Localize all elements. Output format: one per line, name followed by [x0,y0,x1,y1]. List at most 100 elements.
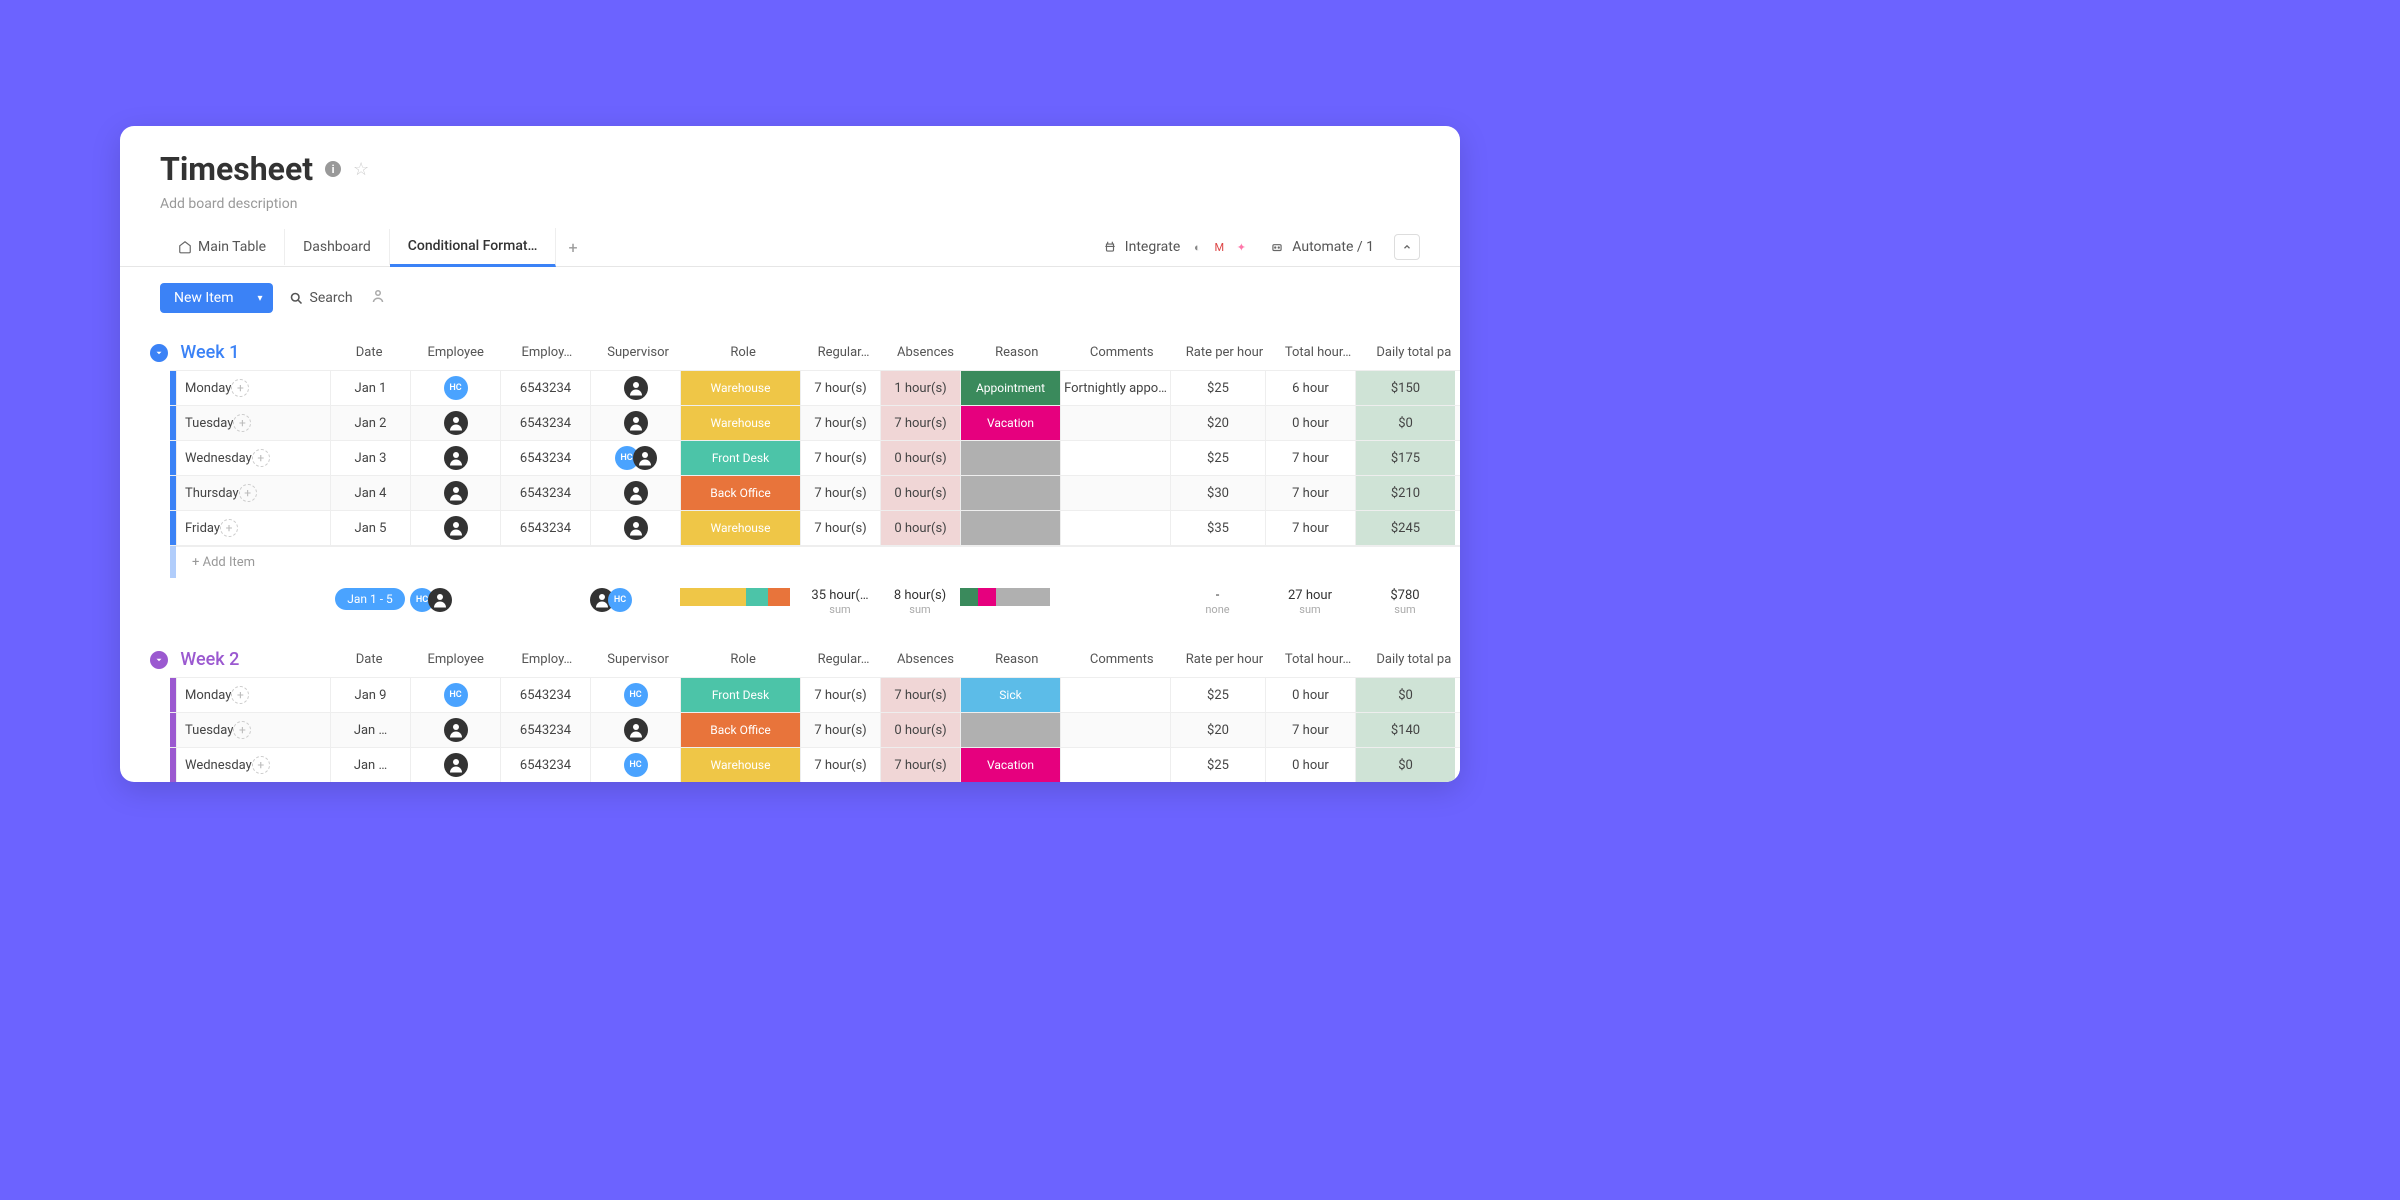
supervisor-cell[interactable] [590,371,680,405]
total-hours-cell[interactable]: 7 hour [1265,441,1355,475]
date-cell[interactable]: Jan 5 [330,511,410,545]
total-hours-cell[interactable]: 0 hour [1265,748,1355,782]
absences-cell[interactable]: 7 hour(s) [880,678,960,712]
tab-dashboard[interactable]: Dashboard [285,229,390,265]
rate-cell[interactable]: $25 [1170,748,1265,782]
role-cell[interactable]: Back Office [680,713,800,747]
supervisor-cell[interactable] [590,476,680,510]
regular-hours-cell[interactable]: 7 hour(s) [800,476,880,510]
comments-cell[interactable] [1060,511,1170,545]
avatar-hc[interactable]: HC [624,753,648,777]
regular-hours-cell[interactable]: 7 hour(s) [800,371,880,405]
daily-total-cell[interactable]: $175 [1355,441,1455,475]
role-cell[interactable]: Warehouse [680,406,800,440]
comments-cell[interactable] [1060,748,1170,782]
employee-id-cell[interactable]: 6543234 [500,371,590,405]
group-title[interactable]: Week 1 [180,342,239,363]
column-header[interactable]: Absences [889,646,963,673]
table-row[interactable]: Friday+Jan 56543234Warehouse7 hour(s)0 h… [170,510,1460,545]
column-header[interactable]: Role [688,646,799,673]
absences-cell[interactable]: 0 hour(s) [880,713,960,747]
employee-cell[interactable]: HC [410,678,500,712]
regular-hours-cell[interactable]: 7 hour(s) [800,511,880,545]
employee-id-cell[interactable]: 6543234 [500,476,590,510]
absences-cell[interactable]: 1 hour(s) [880,371,960,405]
regular-hours-cell[interactable]: 7 hour(s) [800,713,880,747]
date-cell[interactable]: Jan … [330,748,410,782]
add-update-icon[interactable]: + [239,484,257,502]
comments-cell[interactable] [1060,406,1170,440]
column-header[interactable]: Daily total pa [1368,339,1460,366]
add-update-icon[interactable]: + [231,686,249,704]
column-header[interactable]: Date [332,339,406,366]
employee-id-cell[interactable]: 6543234 [500,441,590,475]
total-hours-cell[interactable]: 7 hour [1265,713,1355,747]
table-row[interactable]: Monday+Jan 9HC6543234HCFront Desk7 hour(… [170,677,1460,712]
avatar-person[interactable] [444,718,468,742]
comments-cell[interactable] [1060,713,1170,747]
group-title[interactable]: Week 2 [180,649,239,670]
avatar-person[interactable] [624,376,648,400]
total-hours-cell[interactable]: 7 hour [1265,476,1355,510]
employee-cell[interactable] [410,406,500,440]
role-cell[interactable]: Warehouse [680,748,800,782]
absences-cell[interactable]: 7 hour(s) [880,406,960,440]
rate-cell[interactable]: $20 [1170,406,1265,440]
table-row[interactable]: Wednesday+Jan …6543234HCWarehouse7 hour(… [170,747,1460,782]
rate-cell[interactable]: $30 [1170,476,1265,510]
column-header[interactable]: Employee [414,339,497,366]
regular-hours-cell[interactable]: 7 hour(s) [800,441,880,475]
column-header[interactable]: Employ… [505,646,588,673]
tab-conditional-formatting[interactable]: Conditional Format… [390,228,557,267]
table-row[interactable]: Thursday+Jan 46543234Back Office7 hour(s… [170,475,1460,510]
date-cell[interactable]: Jan 9 [330,678,410,712]
avatar-person[interactable] [624,411,648,435]
reason-cell[interactable] [960,441,1060,475]
reason-cell[interactable] [960,476,1060,510]
date-cell[interactable]: Jan 3 [330,441,410,475]
avatar-person[interactable] [428,588,452,612]
supervisor-cell[interactable]: HC [590,678,680,712]
integrate-button[interactable]: Integrate ◐ M ✦ [1103,238,1251,256]
total-hours-cell[interactable]: 0 hour [1265,678,1355,712]
employee-cell[interactable] [410,713,500,747]
role-cell[interactable]: Warehouse [680,371,800,405]
avatar-hc[interactable]: HC [624,683,648,707]
column-header[interactable]: Rate per hour [1181,339,1269,366]
rate-cell[interactable]: $25 [1170,678,1265,712]
group-collapse-toggle[interactable] [150,651,168,669]
rate-cell[interactable]: $20 [1170,713,1265,747]
employee-id-cell[interactable]: 6543234 [500,748,590,782]
table-row[interactable]: Tuesday+Jan 26543234Warehouse7 hour(s)7 … [170,405,1460,440]
daily-total-cell[interactable]: $0 [1355,748,1455,782]
absences-cell[interactable]: 0 hour(s) [880,511,960,545]
supervisor-cell[interactable]: HC [590,441,680,475]
total-hours-cell[interactable]: 6 hour [1265,371,1355,405]
daily-total-cell[interactable]: $245 [1355,511,1455,545]
add-update-icon[interactable]: + [252,449,270,467]
daily-total-cell[interactable]: $0 [1355,678,1455,712]
summary-date-range[interactable]: Jan 1 - 5 [335,588,405,610]
favorite-star-icon[interactable]: ☆ [353,159,369,180]
person-filter[interactable] [369,287,387,309]
rate-cell[interactable]: $25 [1170,371,1265,405]
daily-total-cell[interactable]: $150 [1355,371,1455,405]
add-update-icon[interactable]: + [231,379,249,397]
avatar-person[interactable] [633,446,657,470]
add-update-icon[interactable]: + [220,519,238,537]
add-item-button[interactable]: + Add Item [176,546,1460,578]
total-hours-cell[interactable]: 7 hour [1265,511,1355,545]
tab-main-table[interactable]: Main Table [160,229,285,265]
add-tab-button[interactable]: + [556,230,589,265]
rate-cell[interactable]: $25 [1170,441,1265,475]
avatar-person[interactable] [444,411,468,435]
avatar-person[interactable] [444,753,468,777]
comments-cell[interactable] [1060,678,1170,712]
comments-cell[interactable] [1060,441,1170,475]
group-collapse-toggle[interactable] [150,344,168,362]
daily-total-cell[interactable]: $210 [1355,476,1455,510]
column-header[interactable]: Daily total pa [1368,646,1460,673]
daily-total-cell[interactable]: $140 [1355,713,1455,747]
role-cell[interactable]: Front Desk [680,441,800,475]
role-cell[interactable]: Warehouse [680,511,800,545]
